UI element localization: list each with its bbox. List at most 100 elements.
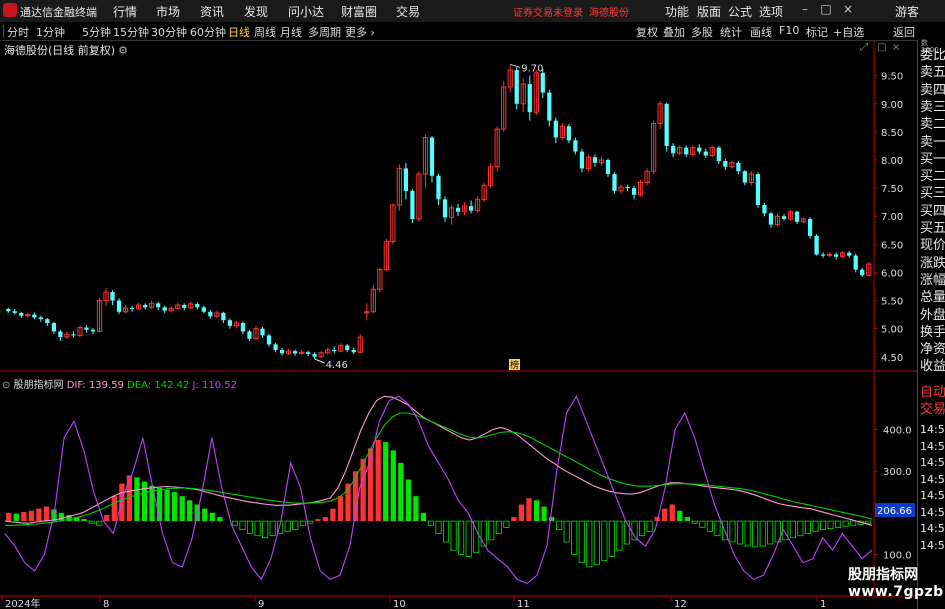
histogram-bar-negative: [262, 520, 269, 539]
histogram-bar-positive: [533, 500, 540, 522]
candle-body-down: [834, 254, 839, 257]
quote-row-label: 卖三: [920, 99, 945, 115]
quote-row-label: 总量: [920, 290, 945, 306]
candle-body-down: [566, 126, 571, 141]
histogram-bar-negative: [307, 520, 314, 524]
candle-body-down: [847, 252, 852, 256]
histogram-bar-positive: [413, 496, 419, 522]
candle-body-down: [266, 335, 272, 345]
candle-body-down: [716, 147, 721, 162]
quote-row-label: 现价: [920, 238, 945, 254]
candle-body-down: [807, 219, 813, 236]
candle-body-down: [195, 303, 200, 308]
histogram-bar-negative: [639, 520, 646, 537]
histogram-bar-positive: [322, 516, 329, 522]
histogram-bar-positive: [360, 458, 366, 522]
quote-row-label: 卖一: [920, 134, 945, 150]
time-tick-label: 2024年: [5, 597, 40, 609]
tick-time: 14:56: [920, 423, 945, 436]
candle-body-down: [19, 312, 24, 316]
histogram-bar-positive: [171, 492, 178, 522]
candle-body-down: [605, 160, 611, 175]
histogram-bar-negative: [495, 520, 502, 534]
histogram-bar-negative: [503, 520, 510, 528]
histogram-bar-positive: [179, 496, 185, 522]
chart-area[interactable]: 9.70 4.46 榜 9.50 9.00 8.50 8.00 7.50 7.00 6.50 6.…: [0, 0, 945, 609]
histogram-bar-positive: [164, 489, 170, 522]
time-tick-label: 12: [674, 599, 687, 609]
histogram-bar-positive: [28, 510, 35, 522]
candle-body-down: [742, 171, 748, 183]
histogram-bar-negative: [729, 520, 736, 543]
candle-body-down: [527, 84, 532, 113]
indicator-name: 股朋指标网: [13, 380, 64, 391]
quote-row-label: 买一: [920, 151, 945, 167]
candle-body-down: [182, 305, 187, 308]
candle-body-down: [345, 345, 350, 351]
histogram-bar-positive: [375, 440, 381, 522]
candle-body-down: [162, 307, 167, 311]
histogram-bar-positive: [6, 512, 12, 522]
histogram-bar-negative: [819, 520, 827, 530]
histogram-bar-positive: [405, 479, 411, 522]
candle-body-down: [768, 213, 774, 225]
candle-body-down: [208, 311, 213, 317]
indicator-collapse-icon[interactable]: ⊙: [2, 380, 10, 391]
histogram-bar-positive: [684, 516, 690, 522]
high-label: 9.70: [521, 63, 543, 74]
candle-body-down: [820, 254, 826, 256]
histogram-bar-negative: [299, 520, 306, 526]
candle-body-down: [6, 308, 11, 312]
candle-body-down: [625, 186, 630, 189]
candle-body-down: [579, 151, 585, 169]
histogram-bar-positive: [187, 500, 193, 522]
price-tick-label: 8.00: [881, 156, 903, 167]
histogram-bar-positive: [21, 511, 27, 522]
candle-body-down: [781, 216, 787, 220]
histogram-bar-positive: [104, 514, 110, 522]
candle-body-down: [755, 174, 761, 205]
candle-body-down: [312, 353, 317, 357]
histogram-bar-negative: [827, 520, 834, 530]
histogram-bar-positive: [81, 519, 87, 522]
quote-row-label: 买四: [920, 203, 945, 219]
indicator-tick-label: 400.0: [883, 426, 912, 437]
price-tick-label: 6.50: [881, 240, 903, 251]
indicator-tick-label: 100.0: [883, 550, 912, 561]
indicator-tick-label: 300.0: [883, 467, 912, 478]
histogram-bar-negative: [586, 520, 593, 568]
candle-body-down: [794, 211, 800, 222]
histogram-bar-negative: [269, 520, 276, 537]
histogram-bar-positive: [526, 498, 532, 522]
low-label: 4.46: [326, 360, 348, 371]
candle-body-down: [814, 235, 819, 255]
histogram-bar-negative: [789, 520, 796, 539]
candle-body-down: [664, 103, 669, 146]
candle-body-down: [45, 319, 50, 324]
candle-body-down: [51, 323, 57, 332]
price-tick-label: 7.50: [881, 184, 903, 195]
quote-row-label: 买五: [920, 221, 945, 236]
candle-body-down: [612, 174, 617, 191]
auto-trade-label[interactable]: 自动: [920, 386, 945, 400]
price-chart: 9.70 4.46 榜: [6, 63, 872, 371]
candle-body-down: [547, 92, 552, 121]
quote-row-label: 买三: [920, 186, 945, 202]
quote-row-label: 净资: [920, 342, 945, 358]
tick-time: 14:56: [920, 439, 945, 453]
candle-body-down: [455, 207, 461, 212]
tick-time: 14:56: [920, 505, 945, 519]
dea-label: DEA: 142.42: [127, 380, 190, 391]
histogram-bar-negative: [691, 520, 698, 524]
histogram-bar-positive: [43, 506, 50, 522]
candle-body-down: [247, 331, 252, 339]
candle-body-down: [279, 350, 285, 354]
histogram-bar-positive: [337, 496, 344, 522]
trade-label[interactable]: 交易: [920, 403, 945, 417]
histogram-bar-negative: [706, 520, 713, 532]
tick-time: 14:56: [920, 489, 945, 502]
low-pointer: [314, 358, 325, 364]
candle-body-down: [58, 331, 63, 338]
histogram-bar-negative: [850, 520, 857, 526]
candle-body-down: [573, 140, 578, 152]
